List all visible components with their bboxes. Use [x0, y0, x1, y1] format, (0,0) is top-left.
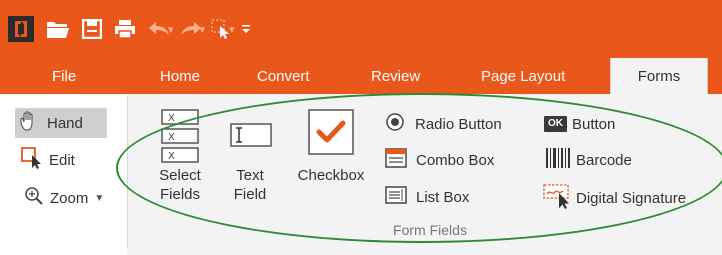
radio-button-icon	[384, 111, 406, 137]
digital-signature-icon	[543, 183, 573, 213]
redo-icon[interactable]	[180, 14, 202, 44]
radio-button-tool[interactable]: Radio Button	[384, 112, 502, 136]
push-button-tool[interactable]: OK Button	[544, 112, 615, 136]
barcode-label: Barcode	[576, 151, 632, 169]
svg-text:X: X	[168, 132, 175, 143]
list-box-label: List Box	[416, 188, 470, 206]
combo-box-tool[interactable]: Combo Box	[385, 148, 494, 172]
save-icon[interactable]	[82, 14, 102, 44]
checkbox-icon	[286, 106, 376, 166]
tab-convert[interactable]: Convert	[257, 58, 310, 94]
zoom-dropdown-icon: ▼	[94, 192, 105, 204]
hand-tool-button[interactable]: Hand	[15, 108, 107, 138]
radio-button-label: Radio Button	[415, 115, 502, 133]
open-folder-icon[interactable]	[46, 14, 70, 44]
select-fields-icon: X X X	[146, 108, 214, 166]
tab-review[interactable]: Review	[371, 58, 420, 94]
list-box-icon	[385, 184, 407, 210]
text-field-icon	[218, 108, 282, 166]
text-field-button[interactable]: Text Field	[218, 108, 282, 204]
form-fields-group-label: Form Fields	[393, 222, 467, 238]
checkbox-button[interactable]: Checkbox	[286, 106, 376, 185]
barcode-tool[interactable]: Barcode	[545, 148, 632, 172]
ok-button-icon: OK	[544, 116, 567, 132]
print-icon[interactable]	[114, 14, 136, 44]
ribbon-divider	[127, 97, 128, 247]
tab-forms[interactable]: Forms	[610, 58, 708, 94]
digital-signature-tool[interactable]: Digital Signature	[543, 183, 687, 213]
hand-tool-label: Hand	[47, 114, 83, 132]
redo-dropdown-icon[interactable]: ▾	[200, 23, 206, 36]
push-button-label: Button	[572, 115, 616, 133]
edit-tool-button[interactable]: Edit	[21, 147, 75, 173]
zoom-tool-button[interactable]: Zoom ▼	[24, 186, 104, 210]
hand-icon	[19, 110, 41, 136]
tab-home[interactable]: Home	[160, 58, 200, 94]
tab-file[interactable]: File	[52, 58, 76, 94]
edit-cursor-icon	[21, 147, 45, 173]
svg-text:X: X	[168, 151, 175, 162]
digital-signature-label: Digital Signature	[576, 189, 687, 207]
zoom-magnifier-icon	[24, 186, 44, 210]
select-fields-button[interactable]: X X X Select Fields	[146, 108, 214, 204]
zoom-tool-label: Zoom	[50, 189, 89, 207]
select-dropdown-icon[interactable]: ▾	[229, 23, 235, 36]
select-cursor-icon[interactable]	[211, 14, 231, 44]
edit-tool-label: Edit	[49, 151, 75, 169]
select-fields-label: Select Fields	[159, 167, 201, 203]
customize-toolbar-icon[interactable]	[241, 14, 251, 44]
ribbon-tab-bar: File Home Convert Review Page Layout For…	[0, 58, 722, 94]
svg-text:X: X	[168, 113, 175, 124]
quick-access-toolbar: ▾ ▾ ▾	[8, 14, 263, 44]
list-box-tool[interactable]: List Box	[385, 185, 469, 209]
tab-page-layout[interactable]: Page Layout	[481, 58, 565, 94]
app-logo-icon	[8, 14, 34, 44]
undo-icon[interactable]	[148, 14, 170, 44]
text-field-label: Text Field	[233, 167, 267, 203]
undo-dropdown-icon[interactable]: ▾	[168, 23, 174, 36]
combo-box-label: Combo Box	[416, 151, 495, 169]
checkbox-label: Checkbox	[297, 167, 365, 184]
title-bar: ▾ ▾ ▾	[0, 0, 722, 58]
barcode-icon	[545, 147, 571, 173]
combo-box-icon	[385, 147, 407, 173]
